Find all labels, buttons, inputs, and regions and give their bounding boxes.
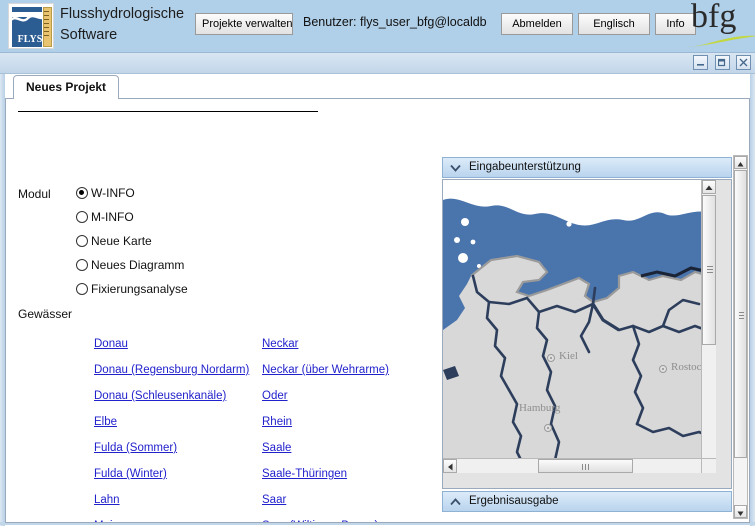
window-controls [691, 55, 751, 73]
map-horizontal-scrollbar[interactable] [443, 458, 716, 473]
modul-label: Modul [18, 187, 51, 201]
river-link[interactable]: Lahn [94, 489, 269, 515]
map-horizontal-scroll-thumb[interactable] [538, 459, 633, 473]
city-label-kiel: Kiel [559, 350, 578, 362]
map-vertical-scroll-thumb[interactable] [702, 195, 716, 345]
river-link[interactable]: Elbe [94, 411, 269, 437]
germany-map-graphic [443, 180, 716, 473]
map-scrollbar-corner [701, 458, 716, 473]
panel-scroll-up-button[interactable] [734, 156, 747, 169]
city-marker-hamburg [544, 424, 552, 432]
panel-vertical-scroll-thumb[interactable] [734, 170, 747, 458]
river-link[interactable]: Donau (Regensburg Nordarm) [94, 359, 269, 385]
flys-logo-wave-icon [12, 12, 42, 26]
flys-logo-text: FLYS [17, 34, 42, 45]
section-title: Eingabeunterstützung [469, 161, 581, 173]
current-user-label: Benutzer: flys_user_bfg@localdb [303, 15, 487, 29]
close-icon[interactable] [736, 55, 751, 70]
river-link[interactable]: Donau (Schleusenkanäle) [94, 385, 269, 411]
river-link[interactable]: Fulda (Sommer) [94, 437, 269, 463]
river-link[interactable]: Oder [262, 385, 437, 411]
bfg-logo-swoosh-icon [686, 35, 755, 47]
map-scroll-left-button[interactable] [443, 459, 457, 473]
river-link[interactable]: Neckar [262, 333, 437, 359]
manage-projects-button[interactable]: Projekte verwalten [195, 13, 293, 35]
radio-w-info[interactable]: W-INFO [76, 184, 188, 208]
city-marker-rostock [659, 365, 667, 373]
form-divider [18, 111, 318, 112]
overview-map[interactable]: Kiel Rostock Hamburg Bremen Hannover Mag… [442, 179, 732, 489]
radio-label: Neue Karte [91, 234, 152, 248]
map-viewport[interactable]: Kiel Rostock Hamburg Bremen Hannover Mag… [443, 180, 716, 473]
window-right-edge [750, 74, 755, 526]
app-title: Flusshydrologische Software [60, 6, 185, 43]
flys-logo-blue-field: FLYS [12, 7, 42, 47]
section-header-eingabeunterstuetzung[interactable]: Eingabeunterstützung [442, 157, 732, 178]
gewaesser-label: Gewässer [18, 307, 73, 321]
river-link[interactable]: Saale-Thüringen [262, 463, 437, 489]
radio-label: M-INFO [91, 210, 134, 224]
radio-dot-icon [76, 259, 88, 271]
river-list-column-1: Donau Donau (Regensburg Nordarm) Donau (… [94, 333, 269, 522]
module-radio-group: W-INFO M-INFO Neue Karte Neues Diagramm … [76, 184, 188, 304]
restore-icon[interactable] [714, 55, 730, 70]
flys-logo-ruler-icon [43, 7, 52, 47]
panel-vertical-scrollbar[interactable] [733, 155, 748, 519]
map-vertical-scrollbar[interactable] [701, 180, 716, 473]
tab-strip: Neues Projekt [5, 74, 750, 99]
radio-label: W-INFO [91, 186, 135, 200]
river-link[interactable]: Neckar (über Wehrarme) [262, 359, 437, 385]
map-scroll-up-button[interactable] [702, 180, 716, 194]
river-link[interactable]: Main [94, 515, 269, 522]
tab-neues-projekt[interactable]: Neues Projekt [13, 75, 120, 99]
flys-logo: FLYS [8, 3, 54, 49]
panel-scroll-down-button[interactable] [734, 505, 747, 518]
section-header-ergebnisausgabe[interactable]: Ergebnisausgabe [442, 491, 732, 512]
app-header: FLYS Flusshydrologische Software Projekt… [0, 0, 755, 52]
language-button[interactable]: Englisch [578, 13, 650, 35]
river-link[interactable]: Rhein [262, 411, 437, 437]
river-link[interactable]: Fulda (Winter) [94, 463, 269, 489]
bfg-logo-text: bfg [691, 0, 737, 35]
radio-dot-icon [76, 235, 88, 247]
bfg-logo: bfg [686, 0, 755, 50]
river-link[interactable]: Saar (Wiltinger Bogen) [262, 515, 437, 522]
chevron-up-icon [450, 498, 461, 506]
radio-neues-diagramm[interactable]: Neues Diagramm [76, 256, 188, 280]
river-link[interactable]: Donau [94, 333, 269, 359]
logout-button[interactable]: Abmelden [501, 13, 573, 35]
chevron-down-icon [450, 164, 461, 172]
river-link[interactable]: Saar [262, 489, 437, 515]
radio-dot-icon [76, 211, 88, 223]
minimize-icon[interactable] [693, 55, 709, 70]
window-titlebar [0, 53, 755, 74]
info-button[interactable]: Info [655, 13, 696, 35]
radio-neue-karte[interactable]: Neue Karte [76, 232, 188, 256]
radio-label: Fixierungsanalyse [91, 282, 188, 296]
radio-m-info[interactable]: M-INFO [76, 208, 188, 232]
river-link[interactable]: Saale [262, 437, 437, 463]
radio-dot-icon [76, 187, 88, 199]
right-panel: Eingabeunterstützung Kiel Rostock Hambur… [436, 99, 749, 521]
river-list-column-2: Neckar Neckar (über Wehrarme) Oder Rhein… [262, 333, 437, 522]
radio-label: Neues Diagramm [91, 258, 185, 272]
radio-fixierungsanalyse[interactable]: Fixierungsanalyse [76, 280, 188, 304]
application-window: Neues Projekt Modul W-INFO M-INFO Neue K… [0, 52, 755, 526]
tab-content-panel: Modul W-INFO M-INFO Neue Karte Neues Dia… [5, 99, 750, 523]
city-label-hamburg: Hamburg [519, 402, 561, 414]
radio-dot-icon [76, 283, 88, 295]
section-title: Ergebnisausgabe [469, 495, 559, 507]
city-marker-kiel [547, 354, 555, 362]
